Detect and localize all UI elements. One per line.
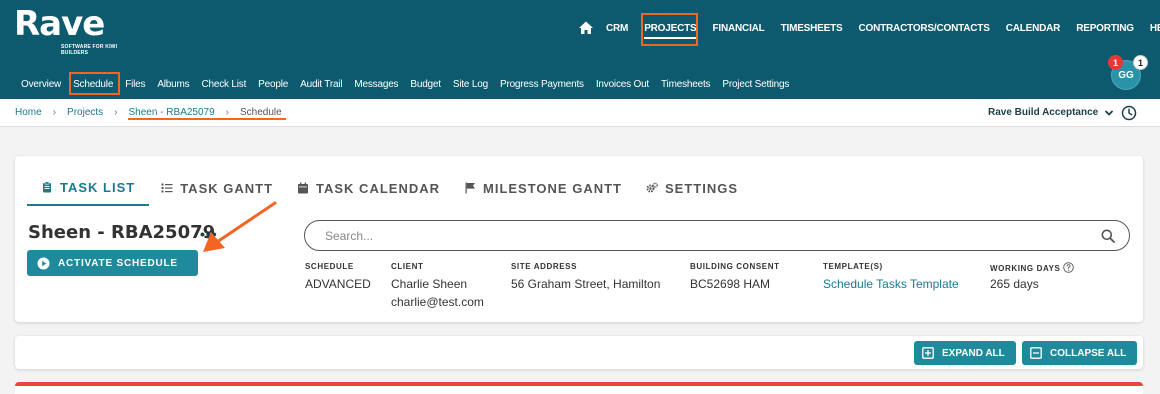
- task-group-card: [15, 382, 1143, 394]
- history-clock-icon[interactable]: [1121, 105, 1137, 121]
- search-input[interactable]: [325, 228, 1085, 244]
- projects-highlight-box: [641, 13, 698, 46]
- breadcrumb-current: Schedule: [240, 107, 282, 118]
- subnav-people[interactable]: People: [258, 79, 288, 90]
- nav-timesheets[interactable]: TIMESHEETS: [781, 23, 843, 34]
- tab-milestone-gantt-label: MILESTONE GANTT: [483, 180, 622, 196]
- collapse-all-label: COLLAPSE ALL: [1050, 347, 1127, 359]
- breadcrumb-project[interactable]: Sheen - RBA25079: [129, 107, 215, 118]
- subnav-site-log[interactable]: Site Log: [453, 79, 488, 90]
- home-icon[interactable]: [578, 20, 594, 36]
- build-acceptance-dropdown[interactable]: Rave Build Acceptance: [988, 107, 1114, 118]
- expand-all-button[interactable]: EXPAND ALL: [914, 341, 1016, 365]
- subnav-timesheets[interactable]: Timesheets: [661, 79, 711, 90]
- nav-reporting[interactable]: REPORTING: [1076, 23, 1134, 34]
- activate-schedule-label: ACTIVATE SCHEDULE: [58, 257, 178, 269]
- client-email: charlie@test.com: [391, 295, 484, 309]
- client-value: Charlie Sheen charlie@test.com: [391, 275, 484, 311]
- list-icon: [161, 183, 173, 193]
- tab-settings-label: SETTINGS: [664, 180, 738, 196]
- working-days-value: 265 days: [990, 277, 1039, 291]
- project-sub-nav: Overview Schedule Files Albums Check Lis…: [21, 79, 801, 90]
- subnav-project-settings[interactable]: Project Settings: [722, 79, 789, 90]
- client-label: CLIENT: [391, 262, 424, 271]
- notification-badge[interactable]: 1: [1108, 55, 1123, 70]
- tab-task-gantt-label: TASK GANTT: [180, 180, 274, 196]
- tab-task-list-label: TASK LIST: [60, 179, 136, 195]
- site-address-value: 56 Graham Street, Hamilton: [511, 277, 661, 291]
- minus-square-icon: [1030, 347, 1042, 359]
- logo-tagline: SOFTWARE FOR KIWI BUILDERS: [61, 44, 118, 56]
- build-acceptance-value: Rave Build Acceptance: [988, 107, 1099, 118]
- expand-all-label: EXPAND ALL: [942, 347, 1005, 359]
- calendar-icon: [298, 182, 309, 194]
- nav-crm[interactable]: CRM: [606, 23, 628, 34]
- nav-help[interactable]: HELP: [1150, 23, 1160, 34]
- subnav-invoices-out[interactable]: Invoices Out: [596, 79, 649, 90]
- schedule-highlight-box: [69, 72, 120, 95]
- subnav-albums[interactable]: Albums: [157, 79, 189, 90]
- subnav-budget[interactable]: Budget: [410, 79, 441, 90]
- breadcrumb: Home › Projects › Sheen - RBA25079 › Sch…: [15, 107, 282, 118]
- templates-label: TEMPLATE(S): [823, 262, 883, 271]
- project-title: Sheen - RBA25079: [28, 222, 216, 243]
- schedule-type-value: ADVANCED: [305, 277, 371, 291]
- search-box: [304, 220, 1130, 251]
- building-consent-value: BC52698 HAM: [690, 277, 771, 291]
- play-circle-icon: [37, 257, 50, 269]
- subnav-overview[interactable]: Overview: [21, 79, 61, 90]
- help-circle-icon[interactable]: [1063, 262, 1075, 273]
- chevron-down-icon: [1105, 109, 1114, 116]
- top-bar: Rave SOFTWARE FOR KIWI BUILDERS CRM PROJ…: [0, 0, 1160, 99]
- breadcrumb-projects[interactable]: Projects: [67, 107, 103, 118]
- collapse-all-button[interactable]: COLLAPSE ALL: [1022, 341, 1137, 365]
- tab-settings[interactable]: SETTINGS: [634, 170, 750, 206]
- message-badge[interactable]: 1: [1133, 55, 1148, 70]
- rave-logo[interactable]: Rave SOFTWARE FOR KIWI BUILDERS: [14, 4, 117, 56]
- schedule-tabs: TASK LIST TASK GANTT TASK CALENDAR MILES…: [27, 170, 750, 208]
- tab-milestone-gantt[interactable]: MILESTONE GANTT: [452, 170, 634, 206]
- gears-icon: [646, 182, 658, 193]
- tab-task-list[interactable]: TASK LIST: [27, 170, 150, 206]
- building-consent-label: BUILDING CONSENT: [690, 262, 780, 271]
- breadcrumb-chevron-icon: ›: [225, 107, 230, 118]
- client-name: Charlie Sheen: [391, 277, 468, 291]
- nav-financial[interactable]: FINANCIAL: [713, 23, 765, 34]
- tab-task-calendar[interactable]: TASK CALENDAR: [285, 170, 452, 206]
- working-days-header: WORKING DAYS: [990, 262, 1075, 273]
- breadcrumb-highlight-underline: [128, 118, 286, 120]
- schedule-type-label: SCHEDULE: [305, 262, 354, 271]
- subnav-check-list[interactable]: Check List: [201, 79, 246, 90]
- breadcrumb-home[interactable]: Home: [15, 107, 42, 118]
- working-days-label: WORKING DAYS: [990, 264, 1061, 273]
- site-address-label: SITE ADDRESS: [511, 262, 578, 271]
- nav-calendar[interactable]: CALENDAR: [1006, 23, 1061, 34]
- subnav-messages[interactable]: Messages: [354, 79, 398, 90]
- tab-task-calendar-label: TASK CALENDAR: [316, 180, 440, 196]
- template-link[interactable]: Schedule Tasks Template: [823, 275, 959, 293]
- plus-square-icon: [922, 347, 934, 359]
- activate-schedule-button[interactable]: ACTIVATE SCHEDULE: [27, 250, 198, 276]
- breadcrumb-chevron-icon: ›: [52, 107, 57, 118]
- breadcrumb-chevron-icon: ›: [114, 107, 118, 118]
- logo-wordmark: Rave: [14, 4, 105, 44]
- nav-contractors-contacts[interactable]: CONTRACTORS/CONTACTS: [859, 23, 990, 34]
- search-icon[interactable]: [1101, 229, 1115, 243]
- subnav-progress-payments[interactable]: Progress Payments: [500, 79, 584, 90]
- subnav-audit-trail[interactable]: Audit Trail: [300, 79, 342, 90]
- flag-icon: [465, 182, 475, 194]
- subnav-files[interactable]: Files: [125, 79, 145, 90]
- clipboard-icon: [43, 181, 51, 193]
- annotation-arrow: [203, 201, 277, 252]
